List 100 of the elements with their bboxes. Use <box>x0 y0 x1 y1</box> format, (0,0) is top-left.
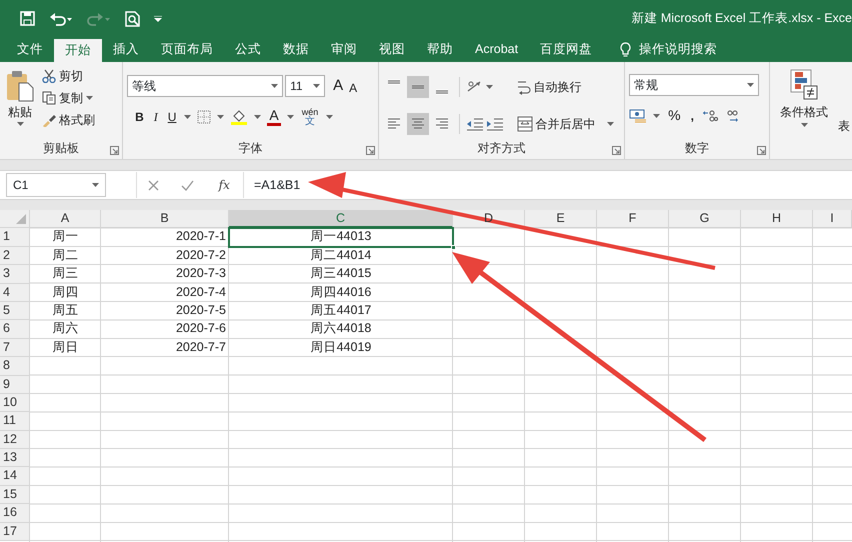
paste-button[interactable]: 粘贴 <box>4 66 36 139</box>
caret-icon[interactable] <box>286 114 294 118</box>
cell[interactable]: 周二 <box>30 246 101 266</box>
wrap-text-button[interactable]: 自动换行 <box>514 72 620 102</box>
caret-icon[interactable] <box>271 84 278 88</box>
ribbon-tab[interactable]: 百度网盘 <box>529 37 604 62</box>
conditional-formatting-button[interactable]: 条件格式 <box>778 68 830 159</box>
save-icon[interactable] <box>20 11 35 26</box>
caret-icon[interactable] <box>254 114 262 118</box>
row-header[interactable]: 10 <box>0 394 30 412</box>
ribbon-tab[interactable]: 开始 <box>54 39 102 62</box>
format-painter-button[interactable]: 格式刷 <box>40 110 97 130</box>
row-header[interactable]: 11 <box>0 412 30 431</box>
cell[interactable]: 周六 <box>30 320 101 339</box>
cell[interactable]: 周日 <box>30 338 101 358</box>
percent-button[interactable]: % <box>666 104 683 127</box>
caret-icon[interactable] <box>92 183 99 187</box>
number-format-dropdown[interactable]: 常规 <box>629 74 760 96</box>
increase-indent-icon[interactable] <box>486 116 504 131</box>
print-preview-icon[interactable] <box>125 10 140 26</box>
underline-button[interactable]: U <box>166 106 178 126</box>
customize-caret-icon[interactable] <box>154 16 162 22</box>
cell[interactable]: 2020-7-7 <box>101 338 229 358</box>
ribbon-tab[interactable]: 页面布局 <box>150 37 224 62</box>
dialog-launcher-icon[interactable] <box>757 146 766 155</box>
grow-font-button[interactable]: A <box>331 74 346 98</box>
row-header[interactable]: 12 <box>0 430 30 450</box>
name-box[interactable]: C1 <box>6 173 106 197</box>
cell[interactable]: 周五44017 <box>229 302 453 320</box>
decrease-indent-icon[interactable] <box>466 116 484 131</box>
dialog-launcher-icon[interactable] <box>110 146 120 155</box>
caret-icon[interactable] <box>217 114 224 118</box>
tell-me-search[interactable]: 操作说明搜索 <box>609 37 728 62</box>
format-as-table-button[interactable]: 表 <box>836 116 852 136</box>
cell[interactable]: 周五 <box>30 302 101 320</box>
ribbon-tab[interactable]: 数据 <box>272 37 320 62</box>
caret-icon[interactable] <box>326 114 334 118</box>
cell[interactable]: 周一44013 <box>229 228 453 247</box>
dialog-launcher-icon[interactable] <box>366 146 376 155</box>
column-header[interactable]: F <box>597 210 669 228</box>
column-header[interactable]: C <box>229 210 453 228</box>
column-header[interactable]: B <box>101 210 229 228</box>
ribbon-tab[interactable]: Acrobat <box>464 37 530 62</box>
caret-icon[interactable] <box>800 123 808 127</box>
cell[interactable]: 周日44019 <box>229 338 453 358</box>
cell[interactable]: 周三 <box>30 265 101 284</box>
dialog-launcher-icon[interactable] <box>612 146 622 155</box>
row-header[interactable]: 6 <box>0 320 30 339</box>
formula-text[interactable]: =A1&B1 <box>244 176 300 194</box>
row-header[interactable]: 7 <box>0 338 30 358</box>
cell[interactable]: 2020-7-5 <box>101 302 229 320</box>
caret-icon[interactable] <box>313 84 320 88</box>
row-header[interactable]: 17 <box>0 522 30 542</box>
cell[interactable]: 2020-7-6 <box>101 320 229 339</box>
phonetic-button[interactable]: wén 文 <box>300 106 320 126</box>
ribbon-tab[interactable]: 插入 <box>102 37 150 62</box>
italic-button[interactable]: I <box>152 106 160 126</box>
cell[interactable]: 周四 <box>30 284 101 302</box>
caret-icon[interactable] <box>86 96 93 100</box>
cell[interactable]: 2020-7-3 <box>101 265 229 284</box>
column-header[interactable]: G <box>669 210 741 228</box>
caret-icon[interactable] <box>16 122 24 126</box>
caret-icon[interactable] <box>486 85 494 90</box>
ribbon-tab[interactable]: 视图 <box>368 37 416 62</box>
currency-icon[interactable] <box>629 108 648 124</box>
bold-button[interactable]: B <box>133 106 146 126</box>
vertical-align-icon[interactable] <box>407 76 430 98</box>
horizontal-align-icon[interactable] <box>407 112 430 135</box>
cell[interactable]: 周一 <box>30 228 101 247</box>
column-header[interactable]: H <box>741 210 813 228</box>
row-header[interactable]: 13 <box>0 449 30 468</box>
font-size-dropdown[interactable]: 11 <box>285 75 326 98</box>
comma-button[interactable]: , <box>688 106 696 126</box>
cell[interactable]: 2020-7-4 <box>101 284 229 302</box>
cell[interactable]: 周四44016 <box>229 284 453 302</box>
cell[interactable]: 2020-7-2 <box>101 246 229 266</box>
row-header[interactable]: 2 <box>0 246 30 266</box>
merge-center-button[interactable]: 合并后居中 <box>514 108 620 139</box>
shrink-font-button[interactable]: A <box>347 78 360 98</box>
caret-icon[interactable] <box>747 83 754 87</box>
cell[interactable]: 周六44018 <box>229 320 453 339</box>
column-header[interactable]: E <box>525 210 597 228</box>
cut-button[interactable]: 剪切 <box>40 66 97 86</box>
enter-check-icon[interactable] <box>181 180 194 190</box>
row-header[interactable]: 1 <box>0 228 30 247</box>
caret-icon[interactable] <box>653 114 660 118</box>
row-header[interactable]: 15 <box>0 486 30 504</box>
copy-button[interactable]: 复制 <box>40 88 97 108</box>
ribbon-tab[interactable]: 公式 <box>224 37 272 62</box>
cell[interactable]: 周二44014 <box>229 246 453 266</box>
row-header[interactable]: 14 <box>0 467 30 486</box>
undo-icon[interactable] <box>49 12 73 26</box>
fill-color-icon[interactable] <box>230 108 248 124</box>
caret-icon[interactable] <box>184 114 192 118</box>
row-header[interactable]: 8 <box>0 357 30 376</box>
row-header[interactable]: 4 <box>0 284 30 302</box>
ribbon-tab[interactable]: 审阅 <box>320 37 368 62</box>
row-header[interactable]: 5 <box>0 302 30 320</box>
font-color-button[interactable]: A <box>267 108 281 126</box>
column-header[interactable]: A <box>30 210 101 228</box>
